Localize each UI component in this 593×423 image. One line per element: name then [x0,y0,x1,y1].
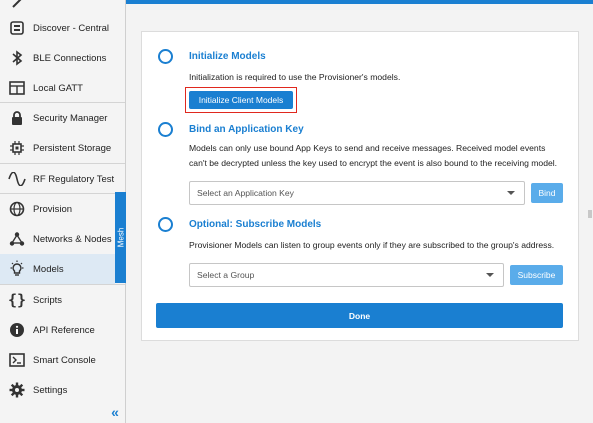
sidebar-item-api-reference[interactable]: API Reference [0,315,125,345]
mesh-label: Mesh [116,227,125,248]
sidebar-item-label: Local GATT [33,82,83,94]
application-key-select-value: Select an Application Key [197,188,294,198]
done-button[interactable]: Done [156,303,563,328]
discover-icon [7,18,27,38]
sidebar-item-label: Provision [33,203,73,215]
sidebar: Discover - Central BLE Connections Local… [0,0,126,423]
sidebar-item-label: Discover - Central [33,22,110,34]
sidebar-item-settings[interactable]: Settings [0,375,125,405]
step-subscribe-title: Optional: Subscribe Models [189,219,322,230]
application-key-select[interactable]: Select an Application Key [189,181,525,205]
collapse-sidebar-icon[interactable]: « [108,405,122,419]
sidebar-item-label: Scripts [33,294,63,306]
console-icon [7,350,27,370]
bluetooth-icon [7,48,27,68]
sidebar-item-label: Persistent Storage [33,142,112,154]
wave-icon [7,169,27,189]
step-subscribe-radio [158,217,173,232]
sidebar-item-persistent-storage[interactable]: Persistent Storage [0,133,125,163]
sidebar-item-label: Smart Console [33,354,96,366]
step-subscribe-description: Provisioner Models can listen to group e… [189,240,555,250]
sidebar-item-label: API Reference [33,324,95,336]
table-icon [7,78,27,98]
mesh-group-tab: Mesh [115,192,126,283]
sidebar-item-local-gatt[interactable]: Local GATT [0,73,125,103]
sidebar-item-label: Models [33,263,64,275]
sidebar-item-rf-regulatory-test[interactable]: RF Regulatory Test [0,164,125,194]
step-bind-radio [158,122,173,137]
header-bar [126,0,593,4]
sidebar-item-ble-connections[interactable]: BLE Connections [0,43,125,73]
group-select[interactable]: Select a Group [189,263,504,287]
arrow-icon [7,0,27,13]
group-select-value: Select a Group [197,270,255,280]
step-bind-title: Bind an Application Key [189,124,304,135]
sidebar-item-discover-central[interactable]: Discover - Central [0,13,125,43]
network-icon [7,229,27,249]
lightbulb-icon [7,259,27,279]
step-init-title: Initialize Models [189,51,266,62]
step-bind-description-line1: Models can only use bound App Keys to se… [189,143,546,153]
model-setup-card: Initialize Models Initialization is requ… [141,31,579,341]
sidebar-item-networks-nodes[interactable]: Networks & Nodes [0,224,125,254]
subscribe-button[interactable]: Subscribe [510,265,563,285]
sidebar-item-label: Networks & Nodes [33,233,112,245]
braces-icon: {} [7,291,27,309]
sidebar-item-label: BLE Connections [33,52,107,64]
sidebar-item-models[interactable]: Models [0,254,115,284]
globe-icon [7,199,27,219]
chevron-down-icon [486,273,494,277]
sidebar-item-label: Security Manager [33,112,108,124]
sidebar-item-label: Settings [33,384,68,396]
initialize-client-models-button[interactable]: Initialize Client Models [189,91,293,109]
sidebar-item-security-manager[interactable]: Security Manager [0,103,125,133]
sidebar-item-label: RF Regulatory Test [33,173,115,185]
info-icon [7,320,27,340]
step-init-description: Initialization is required to use the Pr… [189,72,401,82]
scroll-edge-marker [588,210,592,218]
step-bind-description-line2: can't be decrypted unless the key used t… [189,158,558,168]
chip-icon [7,138,27,158]
gear-icon [7,380,27,400]
chevron-down-icon [507,191,515,195]
bind-button[interactable]: Bind [531,183,563,203]
lock-icon [7,108,27,128]
step-init-radio [158,49,173,64]
sidebar-item-scripts[interactable]: {} Scripts [0,285,125,315]
sidebar-item-provision[interactable]: Provision [0,194,125,224]
sidebar-item-smart-console[interactable]: Smart Console [0,345,125,375]
